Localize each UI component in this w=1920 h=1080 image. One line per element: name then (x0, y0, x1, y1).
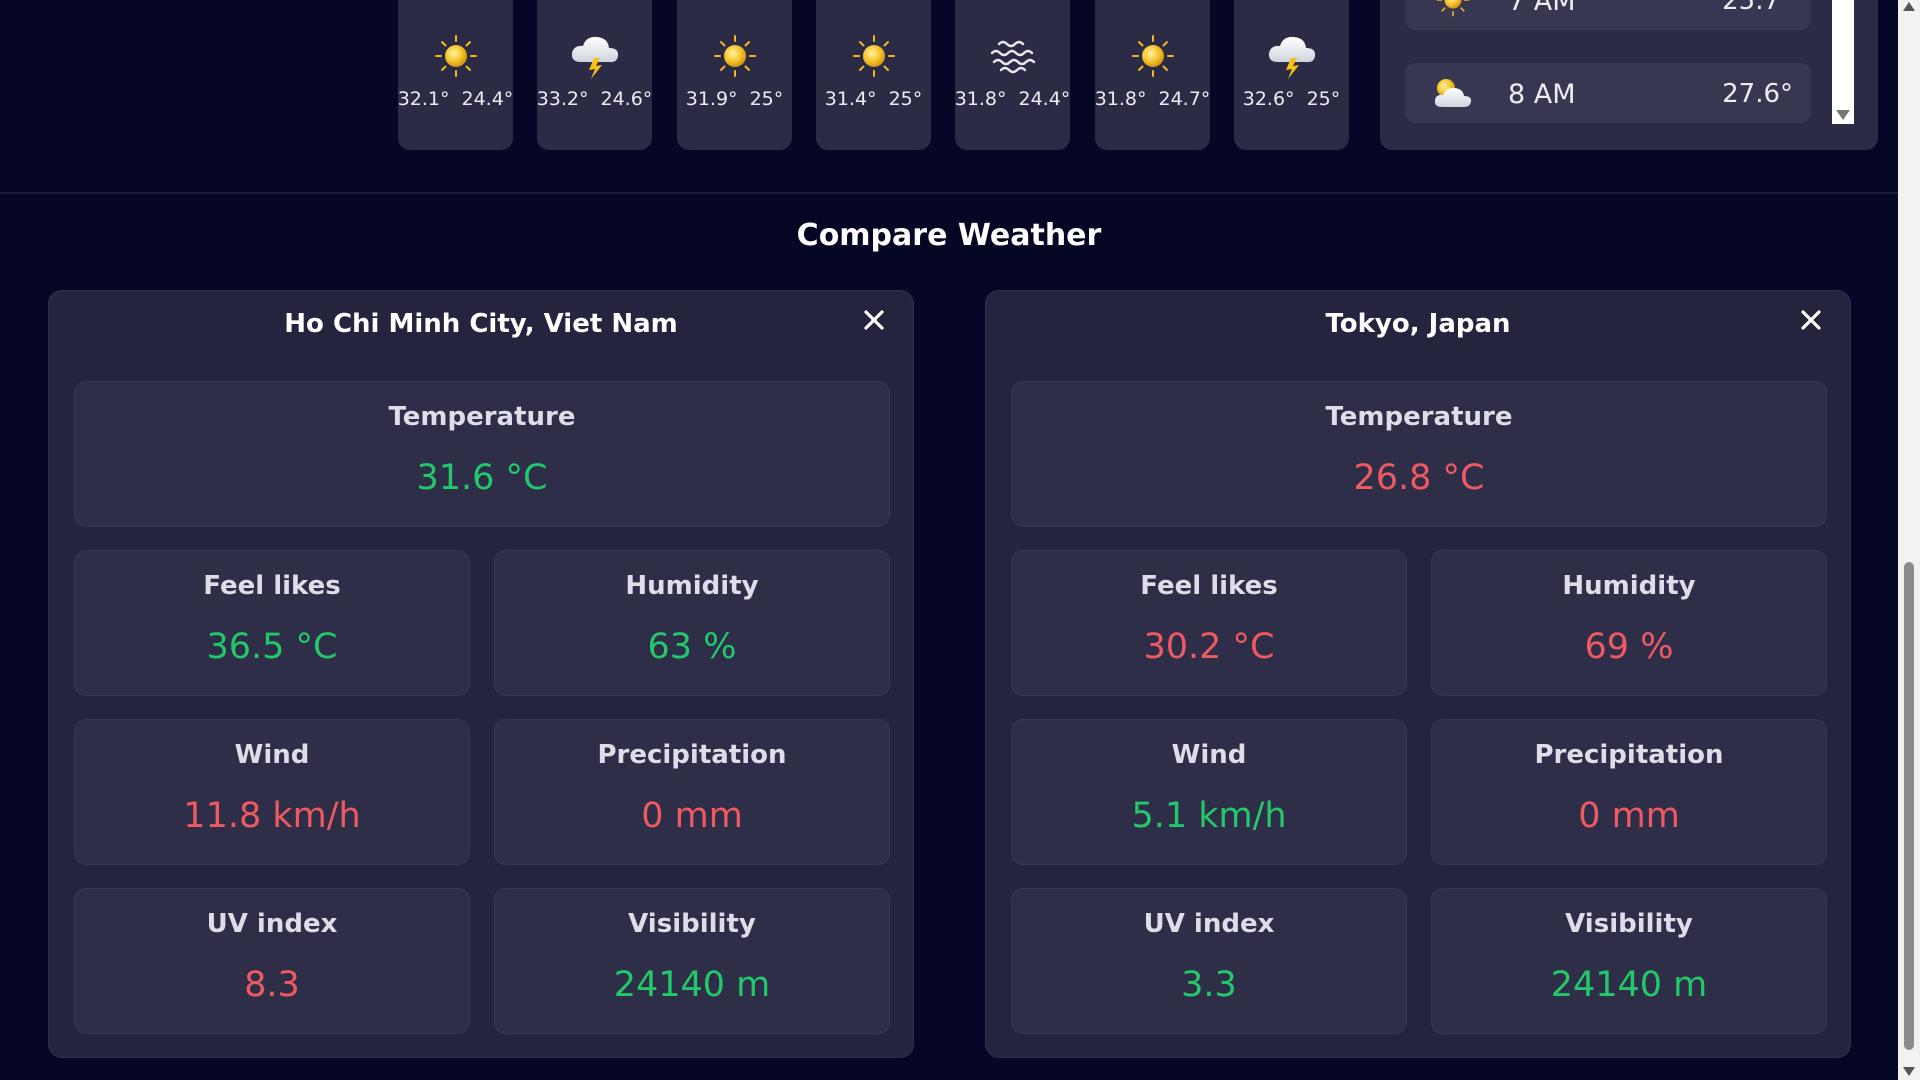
hourly-scrollbar[interactable] (1832, 0, 1854, 124)
feels-like-metric: Feel likes 30.2 °C (1011, 550, 1407, 696)
sun-icon (677, 30, 792, 82)
day-min-temp: 24.7° (1158, 88, 1211, 110)
day-card[interactable]: 31.4° 25° (816, 0, 931, 150)
day-card[interactable]: 31.8° 24.4° (955, 0, 1070, 150)
visibility-metric: Visibility 24140 m (494, 888, 890, 1034)
day-card[interactable]: 31.9° 25° (677, 0, 792, 150)
metric-label: Wind (1171, 740, 1247, 770)
metric-value: 30.2 °C (1143, 627, 1275, 667)
page-scrollbar[interactable] (1898, 0, 1920, 1080)
hourly-time: 7 AM (1508, 0, 1576, 17)
metric-value: 0 mm (1578, 796, 1680, 836)
wind-metric: Wind 11.8 km/h (74, 719, 470, 865)
hourly-time: 8 AM (1508, 79, 1576, 110)
metric-label: UV index (206, 909, 338, 939)
day-max-temp: 32.6° (1242, 88, 1295, 110)
temperature-metric: Temperature 31.6 °C (74, 381, 890, 527)
day-max-temp: 31.9° (685, 88, 738, 110)
metric-label: Humidity (625, 571, 759, 601)
precipitation-metric: Precipitation 0 mm (1431, 719, 1827, 865)
visibility-metric: Visibility 24140 m (1431, 888, 1827, 1034)
metric-label: Precipitation (1534, 740, 1724, 770)
scroll-up-arrow-icon[interactable] (1903, 2, 1915, 11)
uv-index-metric: UV index 8.3 (74, 888, 470, 1034)
metric-value: 63 % (647, 627, 737, 667)
metric-label: Visibility (1565, 909, 1693, 939)
metric-label: Precipitation (597, 740, 787, 770)
metric-label: Temperature (388, 402, 576, 432)
close-icon (864, 310, 884, 330)
scroll-down-arrow-icon[interactable] (1903, 1067, 1915, 1076)
metric-value: 0 mm (641, 796, 743, 836)
wind-metric: Wind 5.1 km/h (1011, 719, 1407, 865)
metric-value: 31.6 °C (416, 458, 548, 498)
metric-value: 24140 m (613, 965, 771, 1005)
metric-label: Feel likes (203, 571, 341, 601)
hourly-row[interactable]: 7 AM 25.7° (1405, 0, 1811, 30)
uv-index-metric: UV index 3.3 (1011, 888, 1407, 1034)
compare-card: Tokyo, Japan Temperature 26.8 °C Feel li… (985, 290, 1851, 1058)
day-card[interactable]: 32.6° 25° (1234, 0, 1349, 150)
day-min-temp: 24.4° (1018, 88, 1071, 110)
hourly-row[interactable]: 8 AM 27.6° (1405, 63, 1811, 123)
thunder-cloud-icon (1234, 30, 1349, 82)
metric-label: Visibility (628, 909, 756, 939)
day-min-temp: 25° (749, 88, 784, 110)
metric-label: UV index (1143, 909, 1275, 939)
day-min-temp: 25° (888, 88, 923, 110)
hourly-temp: 27.6° (1722, 79, 1793, 109)
metric-value: 11.8 km/h (183, 796, 361, 836)
compare-card: Ho Chi Minh City, Viet Nam Temperature 3… (48, 290, 914, 1058)
day-card[interactable]: 31.8° 24.7° (1095, 0, 1210, 150)
day-min-temp: 24.6° (600, 88, 653, 110)
sun-icon (398, 30, 513, 82)
metric-label: Wind (234, 740, 310, 770)
compare-title: Compare Weather (796, 218, 1102, 253)
close-button[interactable] (1796, 305, 1826, 335)
scrollbar-thumb[interactable] (1904, 562, 1914, 1050)
metric-value: 36.5 °C (206, 627, 338, 667)
metric-value: 24140 m (1550, 965, 1708, 1005)
close-icon (1801, 310, 1821, 330)
day-card[interactable]: 33.2° 24.6° (537, 0, 652, 150)
section-divider (0, 192, 1898, 194)
day-card[interactable]: 32.1° 24.4° (398, 0, 513, 150)
day-max-temp: 31.8° (1094, 88, 1147, 110)
location-title: Tokyo, Japan (1325, 309, 1511, 339)
metric-value: 3.3 (1181, 965, 1237, 1005)
day-max-temp: 31.8° (954, 88, 1007, 110)
hourly-temp: 25.7° (1722, 0, 1793, 16)
metric-value: 26.8 °C (1353, 458, 1485, 498)
day-min-temp: 24.4° (461, 88, 514, 110)
metric-label: Temperature (1325, 402, 1513, 432)
thunder-cloud-icon (537, 30, 652, 82)
haze-icon (955, 30, 1070, 82)
sun-icon (1095, 30, 1210, 82)
day-max-temp: 32.1° (397, 88, 450, 110)
scroll-down-arrow-icon[interactable] (1836, 110, 1850, 120)
metric-value: 5.1 km/h (1131, 796, 1287, 836)
hourly-forecast[interactable]: 7 AM 25.7° 8 AM 27.6° (1380, 0, 1878, 150)
partly-cloudy-icon (1429, 75, 1477, 111)
metric-label: Humidity (1562, 571, 1696, 601)
day-min-temp: 25° (1306, 88, 1341, 110)
humidity-metric: Humidity 63 % (494, 550, 890, 696)
close-button[interactable] (859, 305, 889, 335)
day-max-temp: 31.4° (824, 88, 877, 110)
metric-value: 69 % (1584, 627, 1674, 667)
feels-like-metric: Feel likes 36.5 °C (74, 550, 470, 696)
sun-icon (816, 30, 931, 82)
day-max-temp: 33.2° (536, 88, 589, 110)
temperature-metric: Temperature 26.8 °C (1011, 381, 1827, 527)
sun-icon (1429, 0, 1477, 18)
location-title: Ho Chi Minh City, Viet Nam (284, 309, 678, 339)
precipitation-metric: Precipitation 0 mm (494, 719, 890, 865)
metric-label: Feel likes (1140, 571, 1278, 601)
humidity-metric: Humidity 69 % (1431, 550, 1827, 696)
metric-value: 8.3 (244, 965, 300, 1005)
